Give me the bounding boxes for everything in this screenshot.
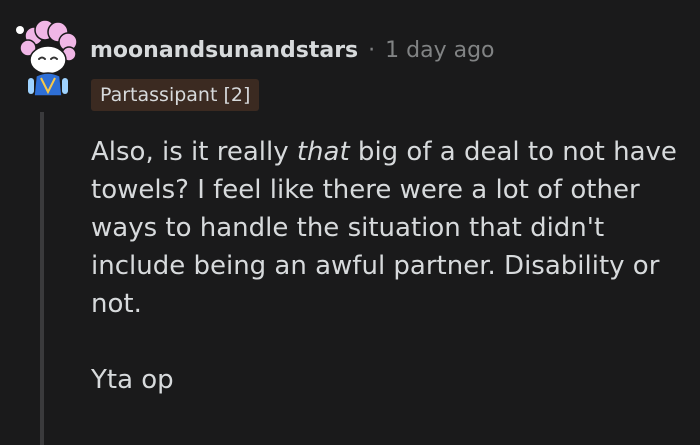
thread-collapse-line[interactable] [40,112,44,445]
comment: moonandsunandstars · 1 day ago Partassip… [0,0,700,445]
username-link[interactable]: moonandsunandstars [90,38,358,63]
paragraph-text: Also, is it really [91,137,297,167]
comment-header: moonandsunandstars · 1 day ago [90,30,495,70]
avatar-face-icon [29,45,67,75]
comment-paragraph: Yta op [91,365,174,395]
user-avatar[interactable] [14,18,80,98]
user-flair-badge: Partassipant [2] [91,79,260,111]
emphasis-text: that [296,137,350,167]
comment-paragraph: Also, is it really that big of a deal to… [91,133,691,323]
avatar-antenna-icon [16,26,24,34]
meta-separator: · [368,37,376,63]
comment-timestamp[interactable]: 1 day ago [385,38,494,63]
comment-body: Also, is it really that big of a deal to… [91,133,691,399]
